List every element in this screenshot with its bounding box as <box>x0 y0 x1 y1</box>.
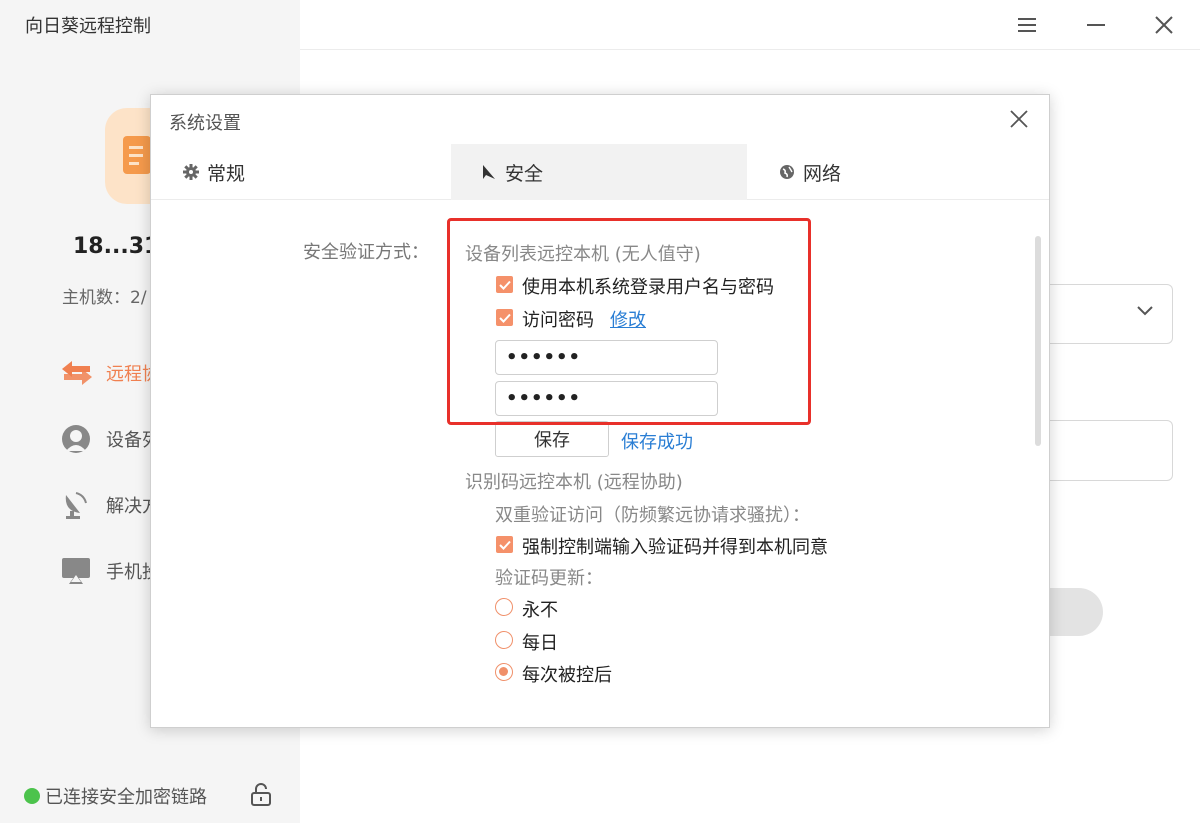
security-settings-panel: 安全验证方式： 设备列表远控本机 (无人值守) 使用本机系统登录用户名与密码 访… <box>151 200 1049 727</box>
connection-status: 已连接安全加密链路 <box>24 783 207 809</box>
app-title: 向日葵远程控制 <box>25 16 151 37</box>
modify-password-link[interactable]: 修改 <box>610 306 646 332</box>
checkmark-icon <box>498 313 511 323</box>
access-password-label: 访问密码 <box>522 310 594 331</box>
id-code-section-title: 识别码远控本机 (远程协助) <box>465 472 683 493</box>
header-divider <box>300 49 1200 50</box>
nav-item-screen-cast[interactable]: 手机投 <box>60 551 160 591</box>
globe-icon <box>779 164 795 180</box>
dialog-title: 系统设置 <box>169 113 241 134</box>
hamburger-menu-icon <box>1018 18 1036 32</box>
unlock-icon <box>251 783 271 806</box>
two-factor-label: 双重验证访问（防频繁远协请求骚扰）： <box>495 505 810 526</box>
force-verify-checkbox[interactable] <box>496 536 513 553</box>
password-field[interactable] <box>495 340 718 375</box>
device-list-icon <box>60 421 96 457</box>
save-status-text: 保存成功 <box>621 432 693 453</box>
force-verify-label: 强制控制端输入验证码并得到本机同意 <box>522 537 828 558</box>
confirm-password-field[interactable] <box>495 381 718 416</box>
radio-after-each-control[interactable] <box>495 663 513 681</box>
nav-item-solutions[interactable]: 解决方 <box>60 485 160 525</box>
background-input[interactable] <box>1048 420 1173 481</box>
use-system-login-checkbox[interactable] <box>496 276 513 293</box>
access-password-checkbox[interactable] <box>496 309 513 326</box>
host-count: 主机数：2/ <box>62 288 147 308</box>
tab-general[interactable]: 常规 <box>151 144 451 200</box>
nav-item-devices[interactable]: 设备列 <box>60 419 160 459</box>
radio-daily[interactable] <box>495 631 513 649</box>
menu-button[interactable] <box>1009 8 1045 42</box>
unlock-button[interactable] <box>250 783 272 811</box>
checkmark-icon <box>498 280 511 290</box>
tab-label: 安全 <box>505 162 544 185</box>
code-update-label: 验证码更新： <box>495 568 603 589</box>
nav-item-remote[interactable]: 远程协 <box>60 353 160 393</box>
system-settings-dialog: 系统设置 常规 安全 网络 安全验证方式： 设备列表远控本机 (无人值守) 使用… <box>150 94 1050 728</box>
background-button[interactable] <box>1048 588 1103 636</box>
tab-network[interactable]: 网络 <box>747 144 1049 200</box>
close-window-button[interactable] <box>1146 8 1182 42</box>
radio-never[interactable] <box>495 598 513 616</box>
security-icon <box>481 163 497 181</box>
close-icon <box>1155 16 1173 34</box>
radio-never-label: 永不 <box>522 600 558 621</box>
remote-arrows-icon <box>60 355 96 391</box>
checkmark-icon <box>498 540 511 550</box>
status-dot-icon <box>24 788 40 804</box>
chevron-down-icon <box>1137 306 1153 316</box>
satellite-dish-icon <box>60 487 96 523</box>
security-method-label: 安全验证方式： <box>303 242 429 263</box>
tab-label: 常规 <box>207 162 246 185</box>
tab-label: 网络 <box>803 162 842 185</box>
dialog-close-button[interactable] <box>1007 107 1031 131</box>
tab-security[interactable]: 安全 <box>451 144 747 200</box>
device-name: 18...31 <box>73 234 160 259</box>
scrollbar[interactable] <box>1035 236 1041 446</box>
radio-after-each-control-label: 每次被控后 <box>522 665 612 686</box>
close-icon <box>1010 110 1028 128</box>
minimize-button[interactable] <box>1078 8 1114 42</box>
status-text: 已连接安全加密链路 <box>45 787 207 808</box>
settings-tabs: 常规 安全 网络 <box>151 144 1049 200</box>
radio-daily-label: 每日 <box>522 633 558 654</box>
background-dropdown[interactable] <box>1048 284 1173 344</box>
save-button[interactable]: 保存 <box>495 421 609 457</box>
gear-icon <box>183 164 199 180</box>
minimize-icon <box>1087 24 1105 26</box>
screen-cast-icon <box>60 553 96 589</box>
device-list-section-title: 设备列表远控本机 (无人值守) <box>465 244 701 265</box>
use-system-login-label: 使用本机系统登录用户名与密码 <box>522 277 774 298</box>
